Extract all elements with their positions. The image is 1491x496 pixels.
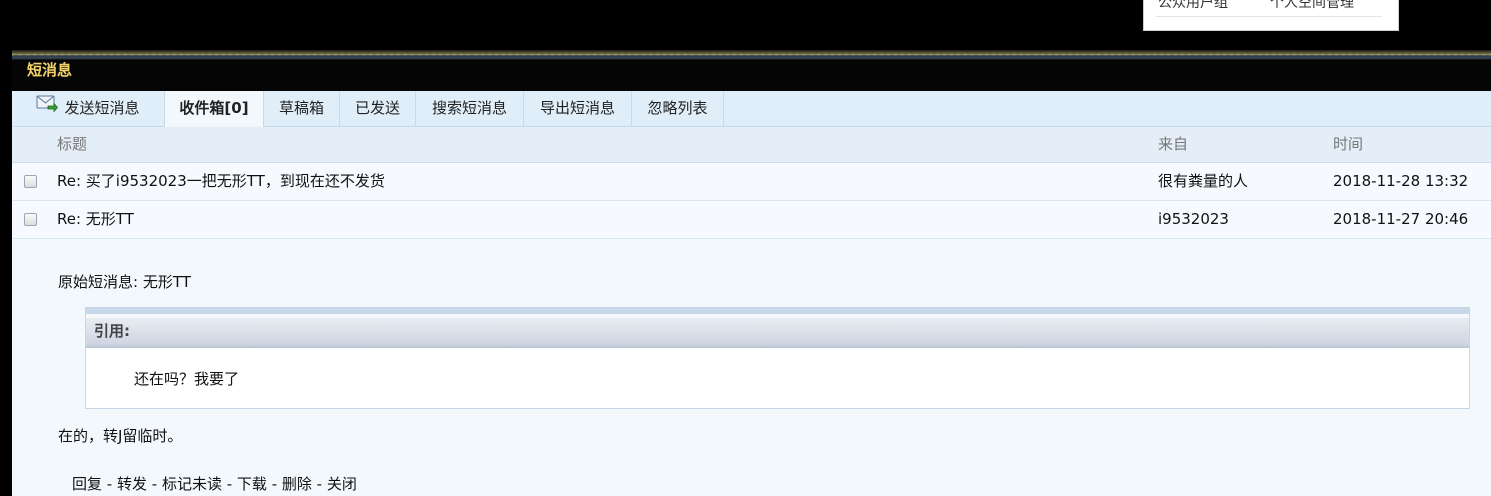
tab-ignore-list-label: 忽略列表 — [647, 99, 708, 117]
row-from[interactable]: i9532023 — [1158, 201, 1229, 238]
table-header: 标题 来自 时间 — [12, 127, 1491, 163]
user-dropdown-menu: 公众用户组 个人空间管理 — [1143, 0, 1399, 31]
delete-link[interactable]: 删除 — [282, 475, 312, 493]
tab-send-pm[interactable]: 发送短消息 — [12, 91, 165, 127]
tab-send-pm-label: 发送短消息 — [64, 99, 140, 117]
page-root: 公众用户组 个人空间管理 短消息 发送短消息 收件箱[0] 草稿箱 已发送 搜索… — [0, 0, 1491, 496]
tab-export-pm[interactable]: 导出短消息 — [524, 91, 632, 127]
tab-sent-label: 已发送 — [354, 99, 400, 117]
quote-label: 引用: — [94, 322, 130, 340]
tab-search-pm[interactable]: 搜索短消息 — [416, 91, 524, 127]
separator: - — [102, 475, 117, 493]
dropdown-divider — [1156, 16, 1382, 17]
separator: - — [266, 475, 282, 493]
tab-drafts[interactable]: 草稿箱 — [264, 91, 340, 127]
tab-inbox[interactable]: 收件箱[0] — [165, 91, 264, 128]
message-actions: 回复 - 转发 - 标记未读 - 下载 - 删除 - 关闭 — [72, 473, 357, 494]
message-body: 原始短消息: 无形TT 引用: 还在吗？我要了 在的，转J留临时。 回复 - 转… — [12, 239, 1491, 496]
envelope-send-icon — [36, 90, 59, 124]
separator: - — [311, 475, 327, 493]
tab-ignore-list[interactable]: 忽略列表 — [632, 91, 724, 127]
separator: - — [146, 475, 162, 493]
separator: - — [221, 475, 237, 493]
table-row[interactable]: Re: 买了i9532023一把无形TT，到现在还不发货 很有粪量的人 2018… — [12, 163, 1491, 201]
dropdown-item-public-group[interactable]: 公众用户组 — [1158, 0, 1228, 12]
quote-text: 还在吗？我要了 — [134, 370, 240, 388]
row-title[interactable]: Re: 无形TT — [57, 201, 134, 238]
row-from[interactable]: 很有粪量的人 — [1158, 163, 1248, 200]
row-title[interactable]: Re: 买了i9532023一把无形TT，到现在还不发货 — [57, 163, 385, 200]
reply-text: 在的，转J留临时。 — [58, 427, 183, 445]
pm-panel: 发送短消息 收件箱[0] 草稿箱 已发送 搜索短消息 导出短消息 忽略列表 标题 — [12, 91, 1491, 496]
tab-inbox-label: 收件箱[0] — [179, 99, 249, 117]
header-from: 来自 — [1158, 135, 1189, 153]
row-time: 2018-11-27 20:46 — [1333, 210, 1469, 228]
tab-drafts-label: 草稿箱 — [278, 99, 324, 117]
row-time: 2018-11-28 13:32 — [1333, 172, 1469, 190]
pm-tabs: 发送短消息 收件箱[0] 草稿箱 已发送 搜索短消息 导出短消息 忽略列表 — [12, 91, 1491, 128]
reply-link[interactable]: 回复 — [72, 475, 102, 493]
tab-sent[interactable]: 已发送 — [340, 91, 416, 127]
row-checkbox[interactable] — [24, 213, 37, 226]
section-title-bar: 短消息 — [12, 60, 1491, 91]
forward-link[interactable]: 转发 — [117, 475, 147, 493]
mark-unread-link[interactable]: 标记未读 — [162, 475, 222, 493]
quote-box: 引用: 还在吗？我要了 — [85, 307, 1470, 409]
decorative-strip — [12, 50, 1491, 60]
header-time: 时间 — [1333, 135, 1364, 153]
quote-header: 引用: — [86, 308, 1469, 348]
header-title: 标题 — [57, 135, 88, 153]
close-link[interactable]: 关闭 — [327, 475, 357, 493]
tab-search-pm-label: 搜索短消息 — [431, 99, 507, 117]
section-title: 短消息 — [27, 61, 73, 79]
tab-export-pm-label: 导出短消息 — [539, 99, 615, 117]
table-row[interactable]: Re: 无形TT i9532023 2018-11-27 20:46 — [12, 201, 1491, 239]
dropdown-item-space-manage[interactable]: 个人空间管理 — [1270, 0, 1354, 12]
original-message-line: 原始短消息: 无形TT — [58, 273, 191, 291]
download-link[interactable]: 下载 — [237, 475, 267, 493]
row-checkbox[interactable] — [24, 175, 37, 188]
